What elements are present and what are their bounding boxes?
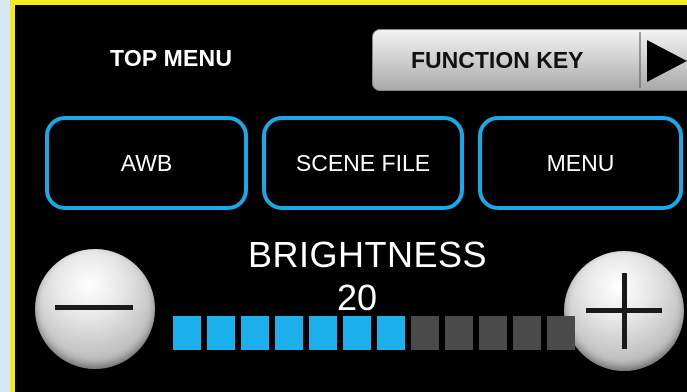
brightness-value: 20 (337, 277, 378, 318)
scene-file-button[interactable]: SCENE FILE (262, 116, 464, 210)
awb-button-label: AWB (120, 149, 173, 176)
level-segment-filled (173, 316, 201, 350)
level-segment-empty (547, 316, 575, 350)
level-segment-empty (411, 316, 439, 350)
awb-button[interactable]: AWB (45, 116, 248, 210)
level-segment-empty (479, 316, 507, 350)
scene-file-button-label: SCENE FILE (295, 149, 431, 176)
function-key-button[interactable]: FUNCTION KEY (372, 29, 687, 91)
play-arrow-icon (647, 40, 687, 82)
level-segment-empty (445, 316, 473, 350)
decrease-brightness-button[interactable] (35, 249, 155, 369)
page-title: TOP MENU (110, 45, 233, 71)
level-segment-empty (513, 316, 541, 350)
brightness-label: BRIGHTNESS (248, 234, 488, 275)
control-screen: TOP MENU FUNCTION KEY AWB SCENE FILE MEN… (10, 0, 687, 392)
function-key-divider (639, 32, 641, 88)
level-segment-filled (309, 316, 337, 350)
level-segment-filled (275, 316, 303, 350)
level-segment-filled (207, 316, 235, 350)
function-key-label: FUNCTION KEY (411, 47, 584, 73)
minus-icon (55, 305, 133, 310)
level-segment-filled (377, 316, 405, 350)
level-segment-filled (343, 316, 371, 350)
menu-button[interactable]: MENU (478, 116, 683, 210)
level-segment-filled (241, 316, 269, 350)
increase-brightness-button[interactable] (564, 251, 684, 371)
menu-button-label: MENU (546, 149, 615, 176)
